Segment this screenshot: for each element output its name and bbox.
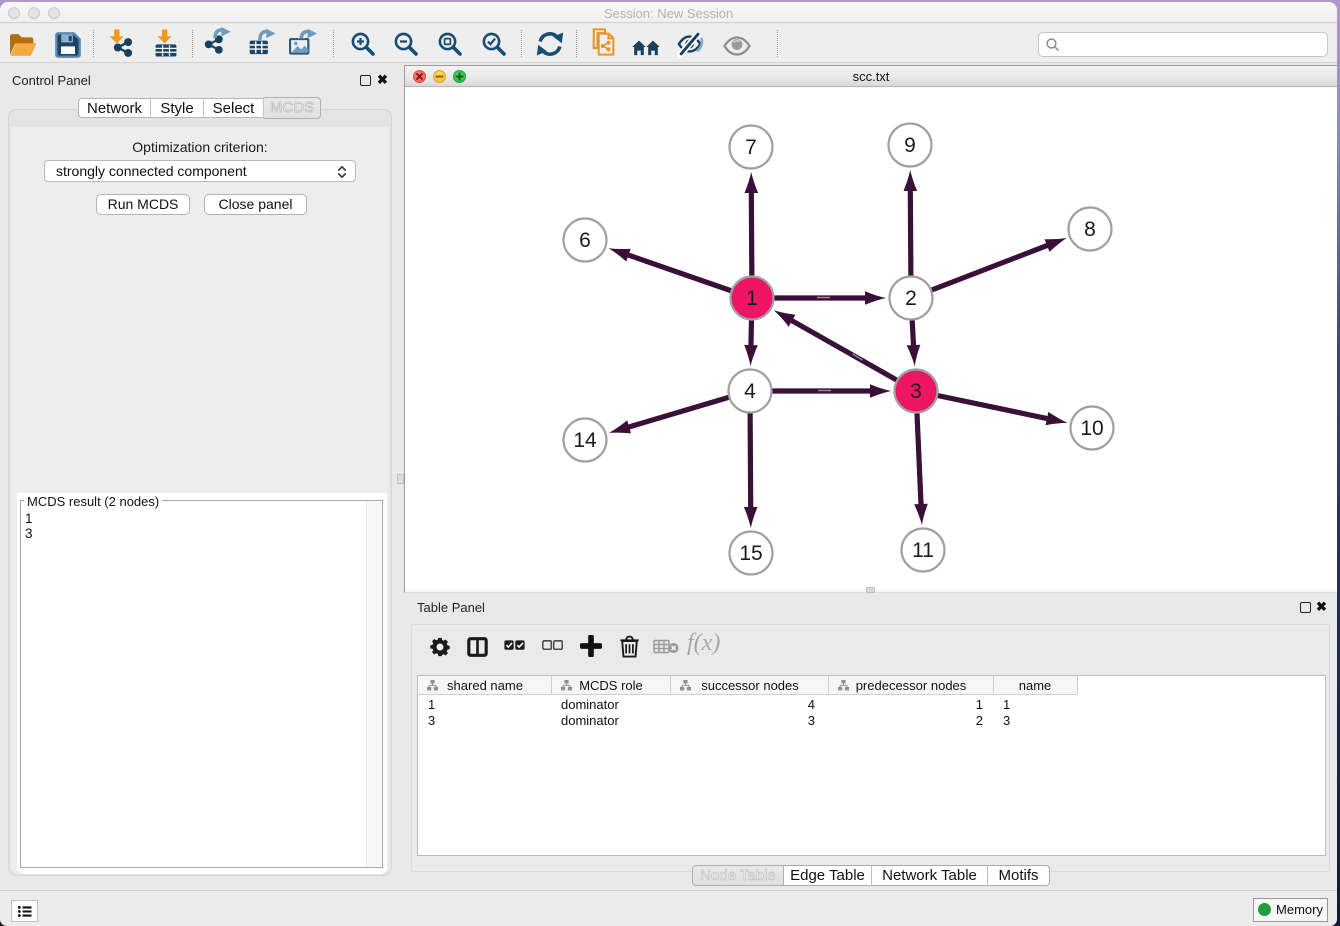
svg-text:4: 4: [744, 380, 756, 403]
svg-text:3: 3: [910, 380, 922, 403]
svg-text:1: 1: [746, 287, 758, 310]
svg-text:7: 7: [745, 136, 757, 159]
svg-text:successor nodes: successor nodes: [701, 678, 799, 693]
svg-text:2: 2: [905, 287, 917, 310]
svg-text:1: 1: [976, 697, 983, 712]
svg-text:3: 3: [808, 713, 815, 728]
svg-text:4: 4: [808, 697, 815, 712]
svg-text:shared name: shared name: [447, 678, 523, 693]
svg-text:MCDS role: MCDS role: [579, 678, 643, 693]
svg-text:8: 8: [1084, 218, 1096, 241]
svg-text:3: 3: [428, 713, 435, 728]
svg-text:11: 11: [912, 539, 934, 562]
svg-text:9: 9: [904, 134, 916, 157]
svg-text:3: 3: [1003, 713, 1010, 728]
svg-text:dominator: dominator: [561, 697, 619, 712]
svg-text:1: 1: [428, 697, 435, 712]
svg-text:10: 10: [1080, 417, 1103, 440]
svg-text:14: 14: [573, 429, 597, 452]
svg-text:15: 15: [739, 542, 762, 565]
svg-text:1: 1: [1003, 697, 1010, 712]
svg-text:2: 2: [976, 713, 983, 728]
svg-text:6: 6: [579, 229, 591, 252]
svg-text:name: name: [1019, 678, 1052, 693]
svg-text:dominator: dominator: [561, 713, 619, 728]
svg-text:predecessor nodes: predecessor nodes: [856, 678, 967, 693]
